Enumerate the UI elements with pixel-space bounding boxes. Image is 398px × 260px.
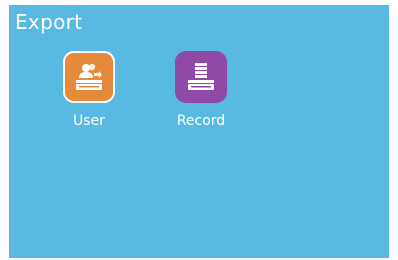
user-export-icon-box [63, 51, 115, 103]
record-export-icon-box [175, 51, 227, 103]
record-export-button[interactable]: Record [166, 51, 236, 129]
user-export-button[interactable]: User [54, 51, 124, 129]
page-title: Export [15, 10, 83, 34]
export-screen: Export User Record [9, 5, 389, 258]
record-export-label: Record [176, 113, 226, 129]
user-export-icon [76, 63, 102, 90]
user-export-label: User [73, 113, 105, 129]
record-export-icon [188, 63, 214, 90]
